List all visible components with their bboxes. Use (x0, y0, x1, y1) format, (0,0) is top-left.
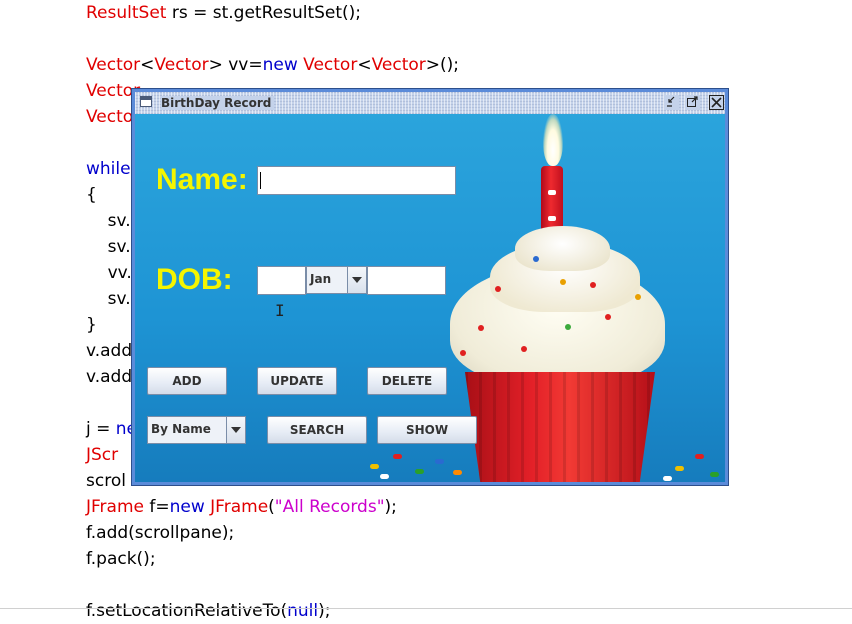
editor-bottom-border (0, 608, 852, 609)
code-token: < (140, 55, 155, 75)
window-titlebar[interactable]: BirthDay Record (135, 92, 725, 114)
code-token: ); (318, 601, 331, 621)
chevron-down-icon[interactable] (226, 417, 245, 443)
code-token: new (169, 497, 205, 517)
delete-button[interactable]: DELETE (367, 367, 447, 395)
code-line: f.pack(); (86, 546, 459, 572)
minimize-icon[interactable] (664, 95, 679, 110)
code-token: > vv= (208, 55, 263, 75)
name-input[interactable] (257, 166, 456, 195)
code-token: ( (268, 497, 275, 517)
window-title: BirthDay Record (161, 96, 275, 110)
search-by-value: By Name (151, 422, 211, 436)
dob-label: DOB: (156, 263, 233, 296)
code-token: f= (143, 497, 170, 517)
code-token: v.add (86, 341, 133, 361)
code-token: ); (384, 497, 397, 517)
code-token: } (86, 315, 97, 335)
code-token: scrol (86, 471, 126, 491)
window-content: Name: DOB: Jan ADD UPDATE DELETE By Name… (135, 114, 725, 482)
show-button[interactable]: SHOW (377, 416, 477, 444)
code-token: sv. (86, 237, 131, 257)
dob-day-input[interactable] (257, 266, 306, 295)
code-token: vv. (86, 263, 132, 283)
code-token: < (357, 55, 372, 75)
code-token: sv. (86, 211, 131, 231)
code-token: Vector (86, 55, 141, 75)
code-token: "All Records" (274, 497, 385, 517)
dob-month-value: Jan (310, 272, 332, 286)
code-token: while (86, 159, 131, 179)
code-token: { (86, 185, 97, 205)
code-token: >(); (425, 55, 459, 75)
update-button[interactable]: UPDATE (257, 367, 337, 395)
code-token: JFrame (210, 497, 269, 517)
add-button[interactable]: ADD (147, 367, 227, 395)
code-line: Vector<Vector> vv=new Vector<Vector>(); (86, 52, 459, 78)
code-token: Vector (154, 55, 209, 75)
search-button[interactable]: SEARCH (267, 416, 367, 444)
code-line: f.setLocationRelativeTo(null); (86, 598, 459, 624)
code-token: j = (86, 419, 116, 439)
code-line: ResultSet rs = st.getResultSet(); (86, 0, 459, 26)
dob-year-input[interactable] (367, 266, 446, 295)
name-label: Name: (156, 163, 248, 196)
text-cursor-icon: I (275, 301, 285, 320)
search-by-select[interactable]: By Name (147, 416, 246, 444)
code-token: f.setLocationRelativeTo( (86, 601, 288, 621)
code-token: f.pack(); (86, 549, 156, 569)
code-token: null (287, 601, 319, 621)
code-token: ResultSet (86, 3, 167, 23)
maximize-icon[interactable] (685, 95, 700, 110)
code-token: Vector (371, 55, 426, 75)
code-line: JFrame f=new JFrame("All Records"); (86, 494, 459, 520)
close-icon[interactable] (709, 95, 724, 110)
window-icon (140, 96, 152, 107)
code-token: new (262, 55, 298, 75)
code-token: JFrame (86, 497, 144, 517)
code-token: Vector (303, 55, 358, 75)
code-token: sv. (86, 289, 131, 309)
code-token: f.add(scrollpane); (86, 523, 235, 543)
code-token: rs = st.getResultSet(); (166, 3, 362, 23)
code-token: JScr (86, 445, 119, 465)
text-caret (260, 172, 261, 189)
code-line: f.add(scrollpane); (86, 520, 459, 546)
dob-month-select[interactable]: Jan (306, 266, 367, 294)
code-token: v.add (86, 367, 133, 387)
birthday-record-window: BirthDay Record Name: DOB: Jan ADD UPDAT… (131, 88, 729, 486)
chevron-down-icon[interactable] (347, 267, 366, 293)
